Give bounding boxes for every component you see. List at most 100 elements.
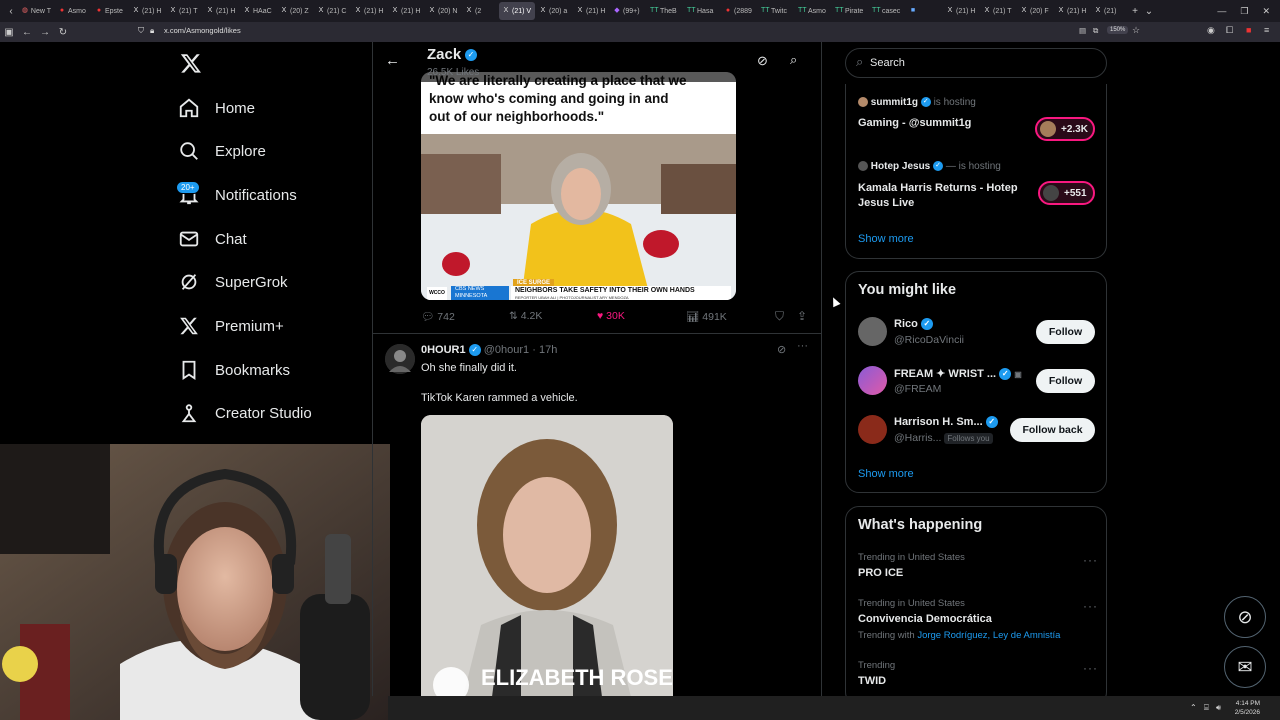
nav-item-creator-studio[interactable]: Creator Studio [178, 395, 312, 431]
more-options-icon[interactable]: ··· [1083, 661, 1098, 675]
browser-tab[interactable]: ■ [906, 2, 942, 20]
bookmark-icon[interactable]: ⛉ [775, 309, 784, 324]
trend-topic[interactable]: Convivencia Democrática [858, 613, 992, 625]
avatar[interactable] [858, 366, 887, 395]
search-icon[interactable]: ⌕ [790, 52, 797, 68]
more-options-icon[interactable]: ··· [1083, 599, 1098, 613]
nav-item-bookmarks[interactable]: Bookmarks [178, 352, 290, 388]
avatar[interactable] [858, 415, 887, 444]
browser-tab[interactable]: X (21) [1091, 2, 1127, 20]
account-icon[interactable]: ◉ [1207, 25, 1215, 36]
restore-icon[interactable]: ❐ [1240, 6, 1248, 17]
space-title[interactable]: Gaming - @summit1g [858, 117, 971, 129]
sidebar-toggle-icon[interactable]: ▣ [0, 27, 18, 38]
back-icon[interactable]: ← [18, 27, 36, 38]
bookmark-star-icon[interactable]: ☆ [1132, 25, 1140, 36]
tray-chevron-icon[interactable]: ⌃ [1190, 703, 1197, 712]
browser-tab[interactable]: X (20) F [1017, 2, 1053, 20]
author-name[interactable]: 0HOUR1 [421, 344, 466, 356]
views-button[interactable]: 📊︎ 491K [686, 310, 727, 323]
browser-tab[interactable]: X (21) H [351, 2, 387, 20]
messages-floating-button[interactable]: ✉ [1224, 646, 1266, 688]
reader-mode-icon[interactable]: ▤ [1079, 26, 1086, 35]
browser-tab[interactable]: X (21) T [166, 2, 202, 20]
show-more-link[interactable]: Show more [858, 233, 914, 245]
follow-back-button[interactable]: Follow back [1010, 418, 1095, 442]
tab-list-chevron-icon[interactable]: ⌄ [1142, 6, 1156, 17]
tab-scroll-left-icon[interactable]: ‹ [4, 6, 18, 17]
nav-item-notifications[interactable]: Notifications 20+ [176, 177, 297, 213]
browser-tab[interactable]: TT Hasa [684, 2, 720, 20]
browser-tab[interactable]: X (21) H [203, 2, 239, 20]
browser-tab[interactable]: ● (2889 [721, 2, 757, 20]
browser-tab[interactable]: X (21) T [980, 2, 1016, 20]
grok-icon[interactable]: ⊘ [757, 53, 768, 69]
tweet-time[interactable]: · 17h [532, 344, 557, 356]
browser-tab[interactable]: TT Pirate [832, 2, 868, 20]
avatar[interactable] [858, 317, 887, 346]
browser-tab[interactable]: X (20) a [536, 2, 572, 20]
zoom-level[interactable]: 150% [1107, 26, 1129, 34]
suggestion-row[interactable]: Harrison H. Sm... ✓ [894, 416, 998, 429]
browser-tab[interactable]: X (2 [462, 2, 498, 20]
browser-tab[interactable]: X (21) H [388, 2, 424, 20]
browser-tab[interactable]: ● Asmo [55, 2, 91, 20]
nav-item-premium[interactable]: Premium+ [178, 308, 284, 344]
nav-item-chat[interactable]: Chat [178, 221, 247, 257]
lock-icon[interactable]: 🔒︎ [150, 26, 154, 36]
browser-tab[interactable]: X (21) V [499, 2, 535, 20]
nav-item-explore[interactable]: Explore [178, 133, 266, 169]
nav-item-home[interactable]: Home [178, 90, 255, 126]
taskbar-clock[interactable]: 4:14 PM 2/5/2026 [1230, 699, 1260, 717]
suggestion-row[interactable]: FREAM ✦ WRIST ... ✓ ▣ [894, 367, 1022, 381]
space-listeners-pill[interactable]: +2.3K [1035, 117, 1095, 141]
browser-tab[interactable]: ● Epste [92, 2, 128, 20]
url-field[interactable]: x.com/Asmongold/likes [164, 26, 241, 35]
shield-icon[interactable]: ⛉ [138, 26, 144, 36]
browser-tab[interactable]: TT Asmo [795, 2, 831, 20]
reload-icon[interactable]: ↻ [54, 27, 72, 38]
nav-item-supergrok[interactable]: SuperGrok [178, 264, 288, 300]
space-host-row[interactable]: Hotep Jesus ✓ — is hosting [858, 161, 1001, 172]
picture-in-picture-icon[interactable]: ⧉ [1093, 26, 1098, 36]
trend-topic[interactable]: PRO ICE [858, 567, 903, 579]
extension-badge-icon[interactable]: ■ [1246, 25, 1251, 35]
browser-tab[interactable]: X (21) H [1054, 2, 1090, 20]
network-icon[interactable]: ⌸ [1204, 703, 1209, 713]
minimize-icon[interactable]: — [1217, 6, 1226, 16]
trending-with-links[interactable]: Jorge Rodríguez, Ley de Amnistía [917, 630, 1060, 641]
reply-button[interactable]: 💬︎ 742 [421, 310, 455, 323]
browser-tab[interactable]: X (21) H [129, 2, 165, 20]
x-logo-icon[interactable] [180, 52, 204, 76]
browser-tab[interactable]: ◍ New T [18, 2, 54, 20]
browser-tab[interactable]: TT TheB [647, 2, 683, 20]
extensions-icon[interactable]: ⧠ [1226, 25, 1233, 36]
browser-tab[interactable]: X (20) N [425, 2, 461, 20]
repost-button[interactable]: ⇅ 4.2K [509, 310, 542, 322]
browser-tab[interactable]: TT Twitc [758, 2, 794, 20]
back-arrow-icon[interactable]: ← [385, 52, 400, 69]
space-listeners-pill[interactable]: +551 [1038, 181, 1095, 205]
author-handle[interactable]: @0hour1 [484, 344, 529, 356]
like-button[interactable]: ♥ 30K [597, 310, 625, 322]
close-window-icon[interactable]: ✕ [1262, 6, 1270, 17]
share-icon[interactable]: ⇪ [797, 309, 807, 323]
browser-tab[interactable]: X (21) C [314, 2, 350, 20]
browser-tab[interactable]: X (21) H [573, 2, 609, 20]
trend-topic[interactable]: TWID [858, 675, 886, 687]
tweet-image[interactable]: ELIZABETH ROSE [421, 415, 673, 696]
forward-icon[interactable]: → [36, 27, 54, 38]
more-options-icon[interactable]: ··· [797, 340, 808, 352]
more-options-icon[interactable]: ··· [1083, 553, 1098, 567]
grok-floating-button[interactable]: ⊘ [1224, 596, 1266, 638]
space-host-row[interactable]: summit1g ✓ is hosting [858, 97, 976, 108]
space-title[interactable]: Kamala Harris Returns - Hotep Jesus Live [858, 181, 1038, 211]
avatar[interactable] [385, 344, 415, 374]
grok-icon[interactable]: ⊘ [777, 343, 786, 356]
new-tab-button[interactable]: + [1128, 6, 1142, 17]
follow-button[interactable]: Follow [1036, 369, 1095, 393]
browser-tab[interactable]: ◆ (99+) [610, 2, 646, 20]
follow-button[interactable]: Follow [1036, 320, 1095, 344]
volume-icon[interactable]: 🔊︎ [1216, 703, 1221, 713]
browser-tab[interactable]: X HAaC [240, 2, 276, 20]
